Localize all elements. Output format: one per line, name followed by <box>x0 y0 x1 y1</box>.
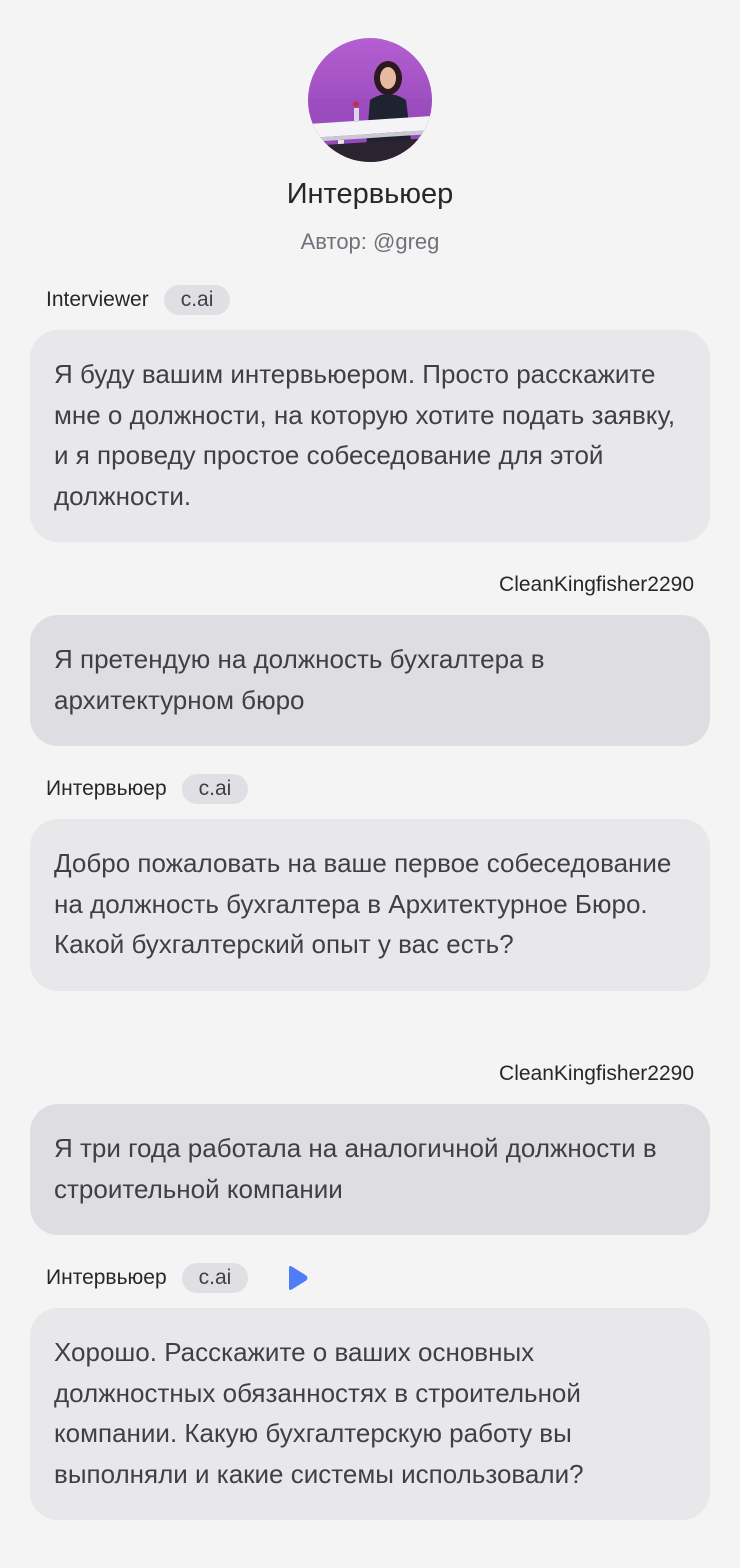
cai-badge: c.ai <box>163 285 231 315</box>
sender-name: CleanKingfisher2290 <box>499 1062 694 1085</box>
play-icon[interactable] <box>284 1265 310 1291</box>
message-header: Interviewer c.ai <box>30 284 710 316</box>
message-bubble: Хорошо. Расскажите о ваших основных долж… <box>30 1308 710 1520</box>
cai-badge: c.ai <box>181 1263 249 1293</box>
sender-name: CleanKingfisher2290 <box>499 573 694 596</box>
sender-name: Interviewer <box>46 288 149 311</box>
character-avatar[interactable] <box>308 38 432 162</box>
message-bubble: Я три года работала на аналогичной должн… <box>30 1104 710 1235</box>
message-header: CleanKingfisher2290 <box>30 569 710 601</box>
chat-page: Интервьюер Автор: @greg Interviewer c.ai… <box>0 0 740 1568</box>
message-bubble: Добро пожаловать на ваше первое собеседо… <box>30 819 710 991</box>
message-header: Интервьюер c.ai <box>30 773 710 805</box>
message-user: CleanKingfisher2290 Я три года работала … <box>30 1058 710 1235</box>
sender-name: Интервьюер <box>46 1266 167 1289</box>
sender-name: Интервьюер <box>46 777 167 800</box>
message-header: Интервьюер c.ai <box>30 1262 710 1294</box>
message-bot: Интервьюер c.ai Хорошо. Расскажите о ваш… <box>30 1262 710 1520</box>
message-bot: Interviewer c.ai Я буду вашим интервьюер… <box>30 284 710 542</box>
character-profile: Интервьюер Автор: @greg <box>0 38 740 256</box>
author-handle[interactable]: Автор: @greg <box>0 228 740 256</box>
message-header: CleanKingfisher2290 <box>30 1058 710 1090</box>
message-user: CleanKingfisher2290 Я претендую на должн… <box>30 569 710 746</box>
character-name: Интервьюер <box>286 178 454 210</box>
message-bubble: Я претендую на должность бухгалтера в ар… <box>30 615 710 746</box>
cai-badge: c.ai <box>181 774 249 804</box>
message-bot: Интервьюер c.ai Добро пожаловать на ваше… <box>30 773 710 991</box>
message-bubble: Я буду вашим интервьюером. Просто расска… <box>30 330 710 542</box>
